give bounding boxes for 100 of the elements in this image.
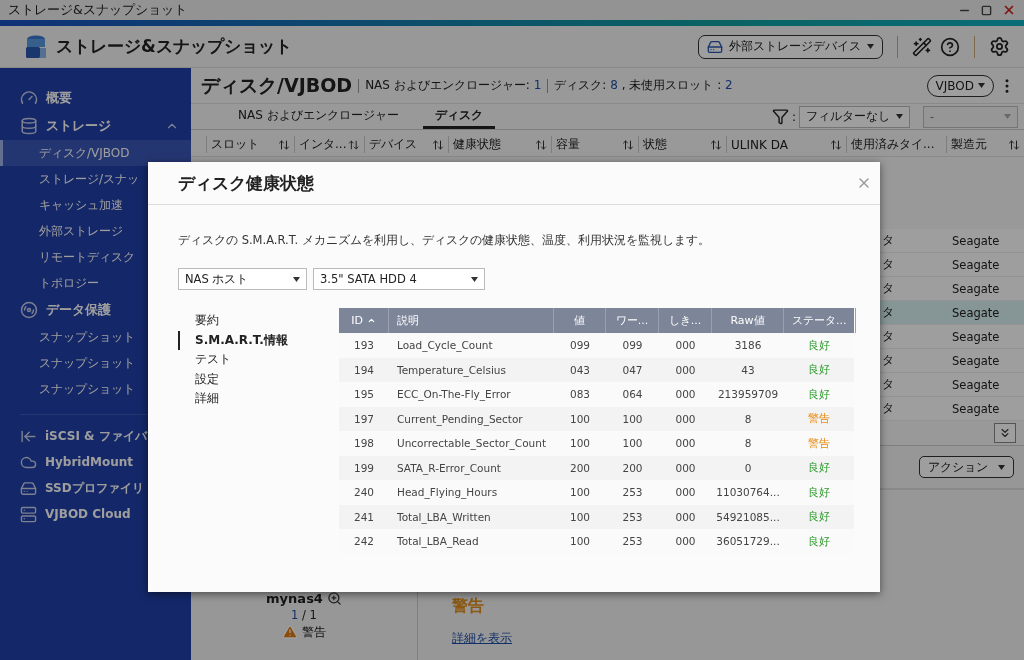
table-cell-text: タ xyxy=(881,256,895,273)
dialog-nav-item[interactable]: 詳細 xyxy=(178,389,339,409)
table-cell-text: 083 xyxy=(568,387,591,403)
table-cell-text: 195 xyxy=(352,387,375,403)
sidebar-section[interactable]: ストレージ xyxy=(0,112,191,140)
table-cell-text: 200 xyxy=(568,460,591,476)
table-cell-text: 100 xyxy=(568,534,591,550)
table-cell-text: 099 xyxy=(568,338,591,354)
status-text: 良好 xyxy=(808,460,830,476)
table-cell-text: 253 xyxy=(621,534,644,550)
column-header[interactable]: 使用済みタイ... xyxy=(846,136,946,153)
table-cell-text: Seagate xyxy=(951,400,1001,418)
column-header[interactable]: 状態 xyxy=(638,136,726,153)
table-cell-text: 197 xyxy=(352,411,375,427)
storage-logo-icon xyxy=(24,33,48,60)
wand-icon[interactable] xyxy=(912,36,932,57)
stat-text: NAS およびエンクロージャー: 1 xyxy=(356,77,542,94)
column-header[interactable]: 製造元 xyxy=(946,136,1024,153)
table-cell-text: 3186 xyxy=(733,338,763,354)
table-cell-text: 000 xyxy=(674,436,697,452)
column-header[interactable]: ULINK DA xyxy=(726,136,846,153)
column-header[interactable]: デバイス xyxy=(364,136,448,153)
tab[interactable]: ディスク xyxy=(422,104,495,129)
table-cell-text: 0 xyxy=(743,460,753,476)
table-cell-text: タ xyxy=(881,304,895,321)
stat-text: , 未使用スロット : 2 xyxy=(621,77,733,94)
table-cell-text: Total_LBA_Written xyxy=(396,509,492,526)
external-storage-button[interactable]: 外部ストレージデバイス xyxy=(698,34,883,59)
table-cell-text: 36051729... xyxy=(715,534,781,550)
sidebar-app[interactable]: iSCSI & ファイバ xyxy=(0,423,191,449)
column-header[interactable]: インタ... xyxy=(294,136,364,153)
tab[interactable]: NAS およびエンクロージャー xyxy=(226,104,411,129)
sidebar-section[interactable]: 概要 xyxy=(0,84,191,112)
sidebar-item[interactable]: ディスク/VJBOD xyxy=(0,140,191,166)
dialog-nav-item[interactable]: テスト xyxy=(178,350,339,370)
filter-separator: : xyxy=(791,109,796,124)
table-cell-text: Seagate xyxy=(951,376,1001,394)
table-cell-text: 54921085... xyxy=(715,509,781,525)
sidebar-app[interactable]: SSDプロファイリ xyxy=(0,475,191,501)
help-icon[interactable] xyxy=(940,36,960,57)
filter-select[interactable]: フィルターなし xyxy=(799,105,910,128)
table-cell-text: 240 xyxy=(352,485,375,501)
disk-count: 1 / 1 xyxy=(291,608,317,622)
table-cell-text: タ xyxy=(881,232,895,249)
caret-icon xyxy=(978,83,985,88)
sort-icon xyxy=(348,138,360,151)
caret-icon xyxy=(998,464,1005,470)
maximize-icon[interactable] xyxy=(981,4,992,16)
table-cell-text: タ xyxy=(881,376,895,393)
table-cell-text: Seagate xyxy=(951,328,1001,346)
table-cell-text: Head_Flying_Hours xyxy=(396,485,499,501)
table-cell-text: Seagate xyxy=(951,280,1001,298)
details-link[interactable]: 詳細を表示 xyxy=(452,631,512,645)
sort-icon xyxy=(830,138,842,151)
dialog-description: ディスクの S.M.A.R.T. メカニズムを利用し、ディスクの健康状態、温度、利用状況を監視します。 xyxy=(178,233,711,248)
app-title: ストレージ&スナップショット xyxy=(56,35,293,58)
table-cell-text: 000 xyxy=(674,362,697,378)
sort-icon xyxy=(432,138,444,151)
column-header[interactable]: 容量 xyxy=(551,136,638,153)
settings-icon[interactable] xyxy=(989,36,1010,57)
vjbod-button[interactable]: VJBOD xyxy=(926,74,994,97)
sidebar-app[interactable]: VJBOD Cloud xyxy=(0,501,191,527)
table-cell-text: 8 xyxy=(743,436,753,452)
table-cell-text: 064 xyxy=(621,387,644,403)
device-select[interactable]: 3.5" SATA HDD 4 xyxy=(313,268,485,290)
table-cell-text: 100 xyxy=(568,436,591,452)
drive-icon xyxy=(20,479,37,497)
table-cell-text: 194 xyxy=(352,362,375,378)
status-text: 良好 xyxy=(808,509,830,525)
expand-button[interactable] xyxy=(994,423,1016,443)
status-text: 良好 xyxy=(808,484,830,500)
table-cell-text: 000 xyxy=(674,411,697,427)
sidebar-app[interactable]: HybridMount xyxy=(0,449,191,475)
table-cell-text: 043 xyxy=(568,362,591,378)
table-cell-text: 099 xyxy=(621,338,644,354)
double-chevron-icon xyxy=(998,426,1012,440)
table-cell-text: 11030764... xyxy=(715,485,781,501)
table-cell-text: 100 xyxy=(621,436,644,452)
table-cell-text: Seagate xyxy=(951,304,1001,322)
close-icon[interactable] xyxy=(1002,3,1016,17)
table-cell-text: 100 xyxy=(568,485,591,501)
table-cell-text: タ xyxy=(881,280,895,297)
sort-icon xyxy=(710,138,722,151)
sort-icon xyxy=(278,138,290,151)
zoom-icon[interactable] xyxy=(326,591,342,606)
warning-icon xyxy=(282,624,298,640)
table-cell-text: 000 xyxy=(674,485,697,501)
nas-status: 警告 xyxy=(302,624,326,640)
table-cell-text: 000 xyxy=(674,387,697,403)
table-cell-text: ECC_On-The-Fly_Error xyxy=(396,387,512,403)
status-text: 良好 xyxy=(808,337,830,353)
device-select[interactable]: NAS ホスト xyxy=(178,268,307,290)
dialog-nav-item[interactable]: 設定 xyxy=(178,369,339,389)
column-header[interactable]: スロット xyxy=(206,136,294,153)
table-cell-text: タ xyxy=(881,400,895,417)
action-button[interactable]: アクション xyxy=(919,456,1014,478)
table-cell-text: SATA_R-Error_Count xyxy=(396,460,502,477)
sort-icon xyxy=(366,316,376,325)
column-header[interactable]: 健康状態 xyxy=(448,136,551,153)
window-title: ストレージ&スナップショット xyxy=(8,1,187,19)
